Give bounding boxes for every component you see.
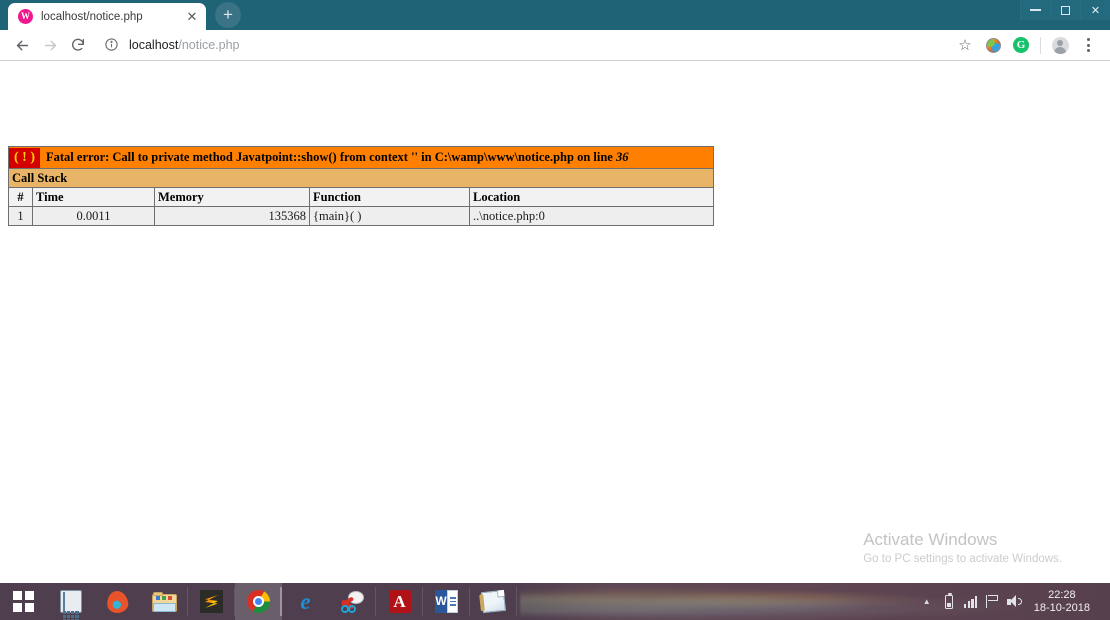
table-header-row: # Time Memory Function Location bbox=[8, 187, 714, 207]
network-icon[interactable] bbox=[960, 583, 982, 620]
grammarly-extension-icon[interactable]: G bbox=[1007, 31, 1035, 59]
column-header-memory: Memory bbox=[154, 187, 310, 207]
column-header-num: # bbox=[8, 187, 33, 207]
browser-toolbar: localhost/notice.php ☆ G bbox=[0, 30, 1110, 61]
clock-date: 18-10-2018 bbox=[1033, 601, 1090, 614]
tab-title: localhost/notice.php bbox=[41, 10, 143, 23]
cell-num: 1 bbox=[8, 206, 33, 226]
word-letter: W bbox=[435, 590, 447, 613]
globe-extension-icon[interactable] bbox=[979, 31, 1007, 59]
clock-time: 22:28 bbox=[1048, 588, 1076, 601]
taskbar-item-adobe-reader[interactable]: A bbox=[376, 583, 423, 620]
info-icon[interactable] bbox=[104, 37, 120, 53]
avatar[interactable] bbox=[1046, 31, 1074, 59]
url-path: /notice.php bbox=[178, 38, 240, 52]
bookmark-star-icon[interactable]: ☆ bbox=[951, 31, 979, 59]
error-line-number: 36 bbox=[615, 150, 629, 164]
cell-location: ..\notice.php:0 bbox=[469, 206, 714, 226]
error-message-text: Fatal error: Call to private method Java… bbox=[46, 150, 616, 164]
window-controls: ✕ bbox=[1020, 0, 1110, 20]
column-header-time: Time bbox=[32, 187, 155, 207]
activate-windows-watermark: Activate Windows Go to PC settings to ac… bbox=[863, 530, 1062, 565]
opera-icon bbox=[105, 589, 130, 614]
fatal-error-row: ( ! ) Fatal error: Call to private metho… bbox=[8, 146, 714, 169]
taskbar-item-snipping-tool[interactable] bbox=[329, 583, 376, 620]
call-stack-label: Call Stack bbox=[8, 168, 714, 188]
close-icon[interactable]: ✕ bbox=[184, 9, 200, 25]
reload-icon[interactable] bbox=[64, 31, 92, 59]
back-icon[interactable] bbox=[8, 31, 36, 59]
cell-memory: 135368 bbox=[154, 206, 310, 226]
windows-logo-icon bbox=[13, 591, 34, 612]
show-hidden-icons-button[interactable]: ▲ bbox=[916, 583, 938, 620]
call-stack-row: Call Stack bbox=[8, 168, 714, 188]
tab-strip: W localhost/notice.php ✕ + ✕ bbox=[0, 0, 1110, 30]
chrome-browser-window: W localhost/notice.php ✕ + ✕ localhost/n… bbox=[0, 0, 1110, 583]
url-host: localhost bbox=[129, 38, 179, 52]
url-text: localhost/notice.php bbox=[129, 38, 240, 52]
action-center-icon[interactable] bbox=[982, 583, 1004, 620]
word-icon: W bbox=[435, 590, 458, 613]
windows-taskbar: e A W ▲ 22:28 18-10-2018 bbox=[0, 583, 1110, 620]
taskbar-item-opera[interactable] bbox=[94, 583, 141, 620]
sticky-notes-icon bbox=[479, 589, 507, 614]
taskbar-item-sticky-notes[interactable] bbox=[470, 583, 517, 620]
watermark-title: Activate Windows bbox=[863, 530, 998, 549]
address-bar[interactable]: localhost/notice.php bbox=[98, 32, 951, 58]
taskbar-item-file-explorer[interactable] bbox=[141, 583, 188, 620]
cell-time: 0.0011 bbox=[32, 206, 155, 226]
column-header-location: Location bbox=[469, 187, 714, 207]
forward-icon bbox=[36, 31, 64, 59]
taskbar-item-sublime-text[interactable] bbox=[188, 583, 235, 620]
taskbar-item-google-chrome[interactable] bbox=[235, 583, 282, 620]
start-button[interactable] bbox=[0, 583, 47, 620]
php-error-table: ( ! ) Fatal error: Call to private metho… bbox=[8, 146, 714, 226]
kebab-menu-icon[interactable] bbox=[1074, 31, 1102, 59]
restore-button[interactable] bbox=[1050, 0, 1080, 20]
table-row: 1 0.0011 135368 {main}( ) ..\notice.php:… bbox=[8, 206, 714, 226]
error-message: Fatal error: Call to private method Java… bbox=[46, 150, 628, 165]
taskbar-clock[interactable]: 22:28 18-10-2018 bbox=[1026, 589, 1096, 615]
folder-icon bbox=[152, 591, 177, 612]
taskbar-item-internet-explorer[interactable]: e bbox=[282, 583, 329, 620]
chevron-up-icon: ▲ bbox=[922, 597, 931, 606]
adobe-reader-icon: A bbox=[388, 590, 411, 613]
screen: W localhost/notice.php ✕ + ✕ localhost/n… bbox=[0, 0, 1110, 620]
internet-explorer-icon: e bbox=[300, 589, 311, 614]
sublime-text-icon bbox=[200, 590, 223, 613]
snipping-tool-icon bbox=[340, 590, 365, 613]
grammarly-letter: G bbox=[1013, 37, 1029, 53]
volume-icon[interactable] bbox=[1004, 583, 1026, 620]
cell-function: {main}( ) bbox=[309, 206, 470, 226]
toolbar-divider bbox=[1040, 36, 1041, 54]
minimize-button[interactable] bbox=[1020, 0, 1050, 20]
show-desktop-button[interactable] bbox=[1096, 583, 1102, 620]
column-header-function: Function bbox=[309, 187, 470, 207]
new-tab-button[interactable]: + bbox=[215, 2, 241, 28]
browser-tab-active[interactable]: W localhost/notice.php ✕ bbox=[8, 3, 206, 30]
chrome-icon bbox=[247, 590, 270, 613]
error-icon: ( ! ) bbox=[9, 147, 40, 168]
watermark-subtitle: Go to PC settings to activate Windows. bbox=[863, 553, 1062, 565]
calculator-icon bbox=[59, 590, 82, 620]
system-tray: ▲ 22:28 18-10-2018 bbox=[916, 583, 1110, 620]
wampserver-icon: W bbox=[18, 9, 33, 24]
star-glyph: ☆ bbox=[958, 37, 972, 54]
close-window-button[interactable]: ✕ bbox=[1080, 0, 1110, 20]
taskbar-item-microsoft-word[interactable]: W bbox=[423, 583, 470, 620]
page-content: ( ! ) Fatal error: Call to private metho… bbox=[0, 61, 1110, 583]
taskbar-item-calculator[interactable] bbox=[47, 583, 94, 620]
toolbar-actions: ☆ G bbox=[951, 31, 1102, 59]
battery-icon[interactable] bbox=[938, 583, 960, 620]
